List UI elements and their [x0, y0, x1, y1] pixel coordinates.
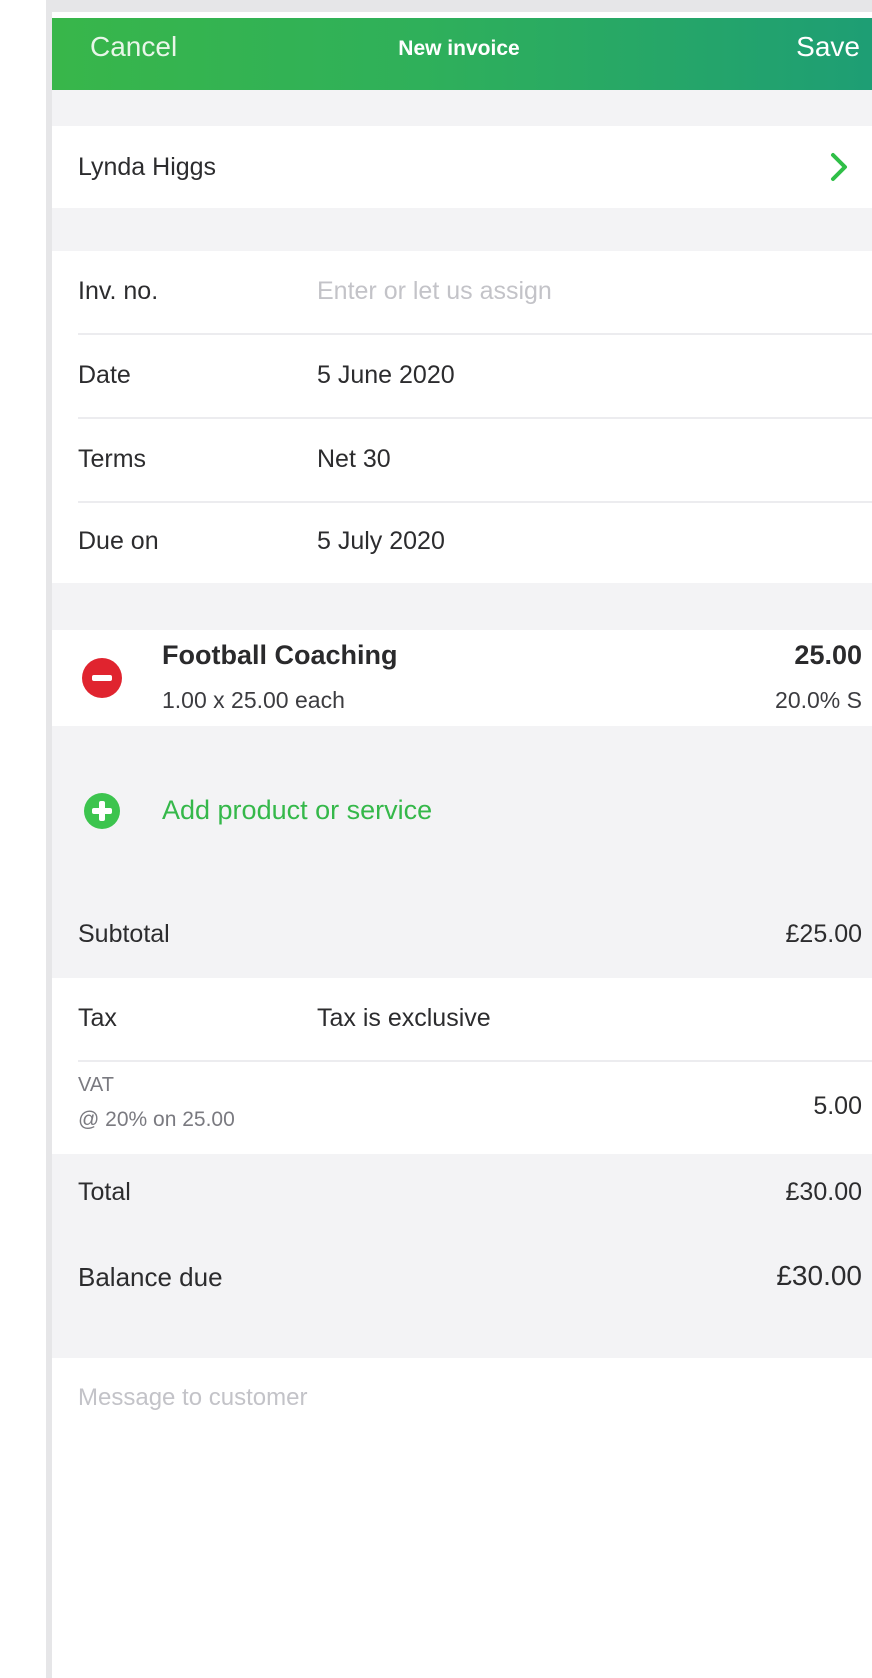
customer-row[interactable]: Lynda Higgs	[52, 126, 872, 208]
date-row[interactable]: Date 5 June 2020	[52, 335, 872, 419]
vat-value: 5.00	[813, 1092, 862, 1120]
balance-due-row: Balance due £30.00	[52, 1238, 872, 1318]
line-item-tax-code: 20.0% S	[775, 687, 862, 713]
due-date-row[interactable]: Due on 5 July 2020	[52, 503, 872, 583]
invoice-number-label: Inv. no.	[78, 277, 159, 305]
tax-setting[interactable]: Tax is exclusive	[317, 1004, 491, 1033]
vat-row: VAT @ 20% on 25.00 5.00	[52, 1062, 872, 1154]
tax-row[interactable]: Tax Tax is exclusive	[52, 978, 872, 1062]
customer-name: Lynda Higgs	[78, 153, 217, 181]
date-label: Date	[78, 361, 131, 389]
frame-left	[0, 0, 46, 1678]
chevron-right-icon	[831, 153, 847, 181]
vat-label: VAT	[78, 1074, 114, 1096]
add-item-label[interactable]: Add product or service	[162, 795, 432, 826]
terms-label: Terms	[78, 445, 147, 473]
due-date-label: Due on	[78, 527, 159, 555]
subtotal-row: Subtotal £25.00	[52, 898, 872, 978]
invoice-screen: Cancel New invoice Save Lynda Higgs Inv.…	[52, 18, 872, 1678]
add-item-row[interactable]: Add product or service	[52, 793, 872, 833]
tax-label: Tax	[78, 1004, 117, 1032]
add-item-icon[interactable]	[84, 793, 120, 829]
line-item[interactable]: Football Coaching 1.00 x 25.00 each 25.0…	[52, 630, 872, 726]
total-row: Total £30.00	[52, 1154, 872, 1234]
line-item-quantity: 1.00 x 25.00 each	[162, 687, 345, 713]
line-item-amount: 25.00	[794, 640, 862, 670]
subtotal-label: Subtotal	[78, 920, 170, 948]
invoice-number-row[interactable]: Inv. no. Enter or let us assign	[52, 251, 872, 335]
balance-due-label: Balance due	[78, 1262, 223, 1292]
due-date-value[interactable]: 5 July 2020	[317, 527, 445, 556]
line-item-name: Football Coaching	[162, 640, 398, 670]
page-title-text: New invoice	[398, 37, 520, 60]
remove-item-button[interactable]	[82, 658, 122, 698]
balance-due-value: £30.00	[776, 1260, 862, 1291]
date-value[interactable]: 5 June 2020	[317, 361, 455, 390]
total-value: £30.00	[785, 1178, 862, 1206]
message-to-customer-input[interactable]: Message to customer	[78, 1384, 307, 1412]
nav-bar: Cancel New invoice Save	[52, 18, 872, 90]
vat-detail: @ 20% on 25.00	[78, 1108, 235, 1131]
save-button[interactable]: Save	[796, 31, 860, 63]
tax-block: Tax Tax is exclusive VAT @ 20% on 25.00 …	[52, 978, 872, 1154]
frame-top	[46, 0, 872, 12]
total-label: Total	[78, 1178, 131, 1206]
invoice-number-field[interactable]: Enter or let us assign	[317, 277, 552, 306]
page-title: New invoice	[52, 37, 872, 61]
terms-value[interactable]: Net 30	[317, 445, 391, 474]
message-block: Message to customer	[52, 1358, 872, 1678]
invoice-details: Inv. no. Enter or let us assign Date 5 J…	[52, 251, 872, 583]
subtotal-value: £25.00	[785, 920, 862, 948]
terms-row[interactable]: Terms Net 30	[52, 419, 872, 503]
